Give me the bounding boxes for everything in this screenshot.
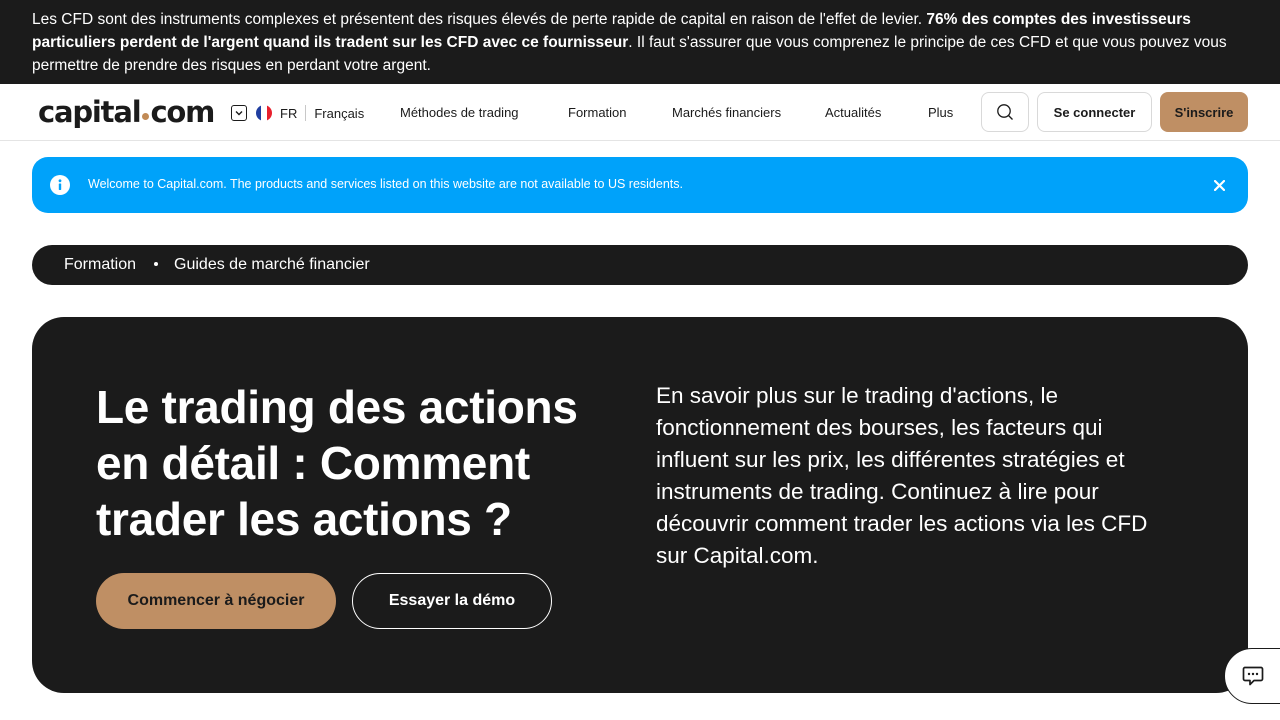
logo[interactable]: capital com [38, 94, 215, 130]
risk-warning-banner: Les CFD sont des instruments complexes e… [0, 0, 1280, 84]
language-code: FR [280, 105, 298, 121]
risk-warning-text: Les CFD sont des instruments complexes e… [32, 11, 927, 28]
hero-description: En savoir plus sur le trading d'actions,… [656, 383, 1148, 568]
signup-button[interactable]: S'inscrire [1160, 92, 1248, 132]
logo-dot [142, 112, 150, 120]
login-button[interactable]: Se connecter [1037, 92, 1152, 132]
nav-item-news[interactable]: Actualités [825, 105, 881, 120]
nav-item-markets[interactable]: Marchés financiers [672, 105, 781, 120]
page-title: Le trading des actions en détail : Comme… [96, 381, 578, 545]
nav-item-more[interactable]: Plus [928, 105, 953, 120]
breadcrumb: Formation Guides de marché financier [32, 245, 1248, 285]
search-button[interactable] [981, 92, 1029, 132]
logo-text-left: capital [38, 95, 142, 129]
chat-widget-button[interactable] [1224, 648, 1280, 704]
info-icon [50, 175, 70, 195]
notice-text: Welcome to Capital.com. The products and… [88, 177, 683, 191]
hero-section: Le trading des actions en détail : Comme… [32, 317, 1248, 693]
language-divider [305, 105, 307, 121]
nav-item-trading-methods[interactable]: Méthodes de trading [400, 105, 519, 120]
nav-item-education[interactable]: Formation [568, 105, 627, 120]
search-icon [997, 104, 1013, 120]
flag-fr-icon [256, 105, 272, 121]
chevron-down-icon [231, 105, 247, 121]
logo-text-right: com [150, 95, 215, 129]
try-demo-button[interactable]: Essayer la démo [352, 573, 552, 629]
breadcrumb-item-market-guides[interactable]: Guides de marché financier [174, 256, 370, 274]
start-trading-button[interactable]: Commencer à négocier [96, 573, 336, 629]
site-header: capital com FR Français Méthodes de tradi… [0, 84, 1280, 141]
language-selector[interactable]: FR Français [231, 103, 364, 123]
language-name: Français [314, 105, 365, 121]
close-icon[interactable] [1210, 176, 1228, 194]
chat-icon [1242, 666, 1264, 686]
breadcrumb-item-education[interactable]: Formation [64, 256, 136, 274]
breadcrumb-separator [154, 262, 159, 266]
us-residents-notice: Welcome to Capital.com. The products and… [32, 157, 1248, 213]
